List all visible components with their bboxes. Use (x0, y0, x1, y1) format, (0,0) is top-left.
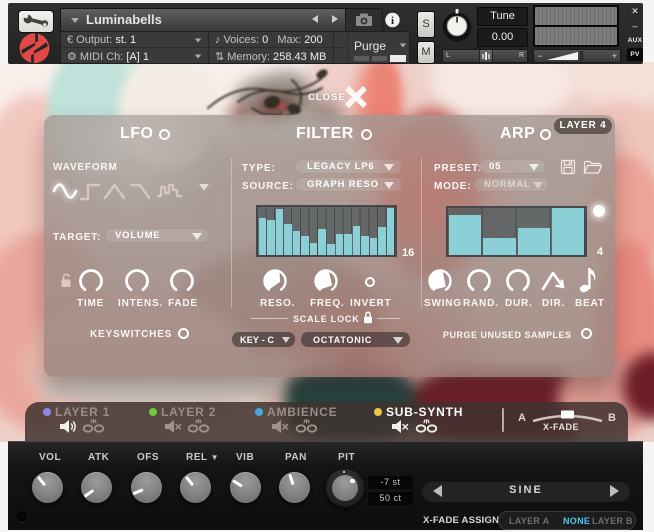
svg-text:i: i (391, 15, 394, 27)
